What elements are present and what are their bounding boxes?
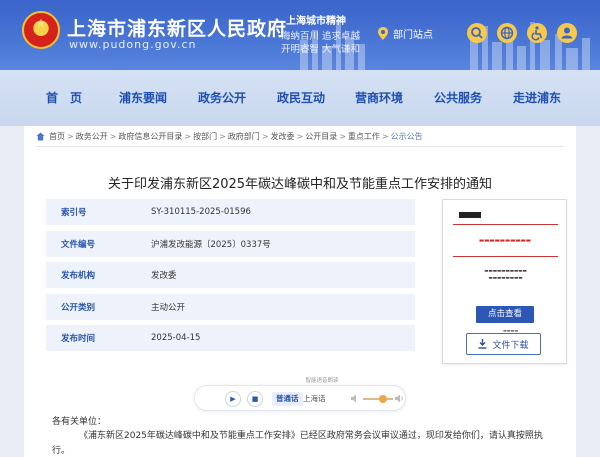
nav-item-about-pudong[interactable]: 走进浦东 (513, 89, 561, 106)
document-title: 关于印发浦东新区2025年碳达峰碳中和及节能重点工作安排的通知 (107, 177, 493, 192)
breadcrumb-item[interactable]: 重点工作 (348, 131, 380, 142)
city-spirit-line-1: 海纳百川 追求卓越 (281, 31, 361, 42)
site-header: 上海市浦东新区人民政府 www.pudong.gov.cn 上海城市精神 海纳百… (0, 0, 600, 70)
shanghainese-option[interactable]: 上海话 (299, 392, 330, 406)
search-icon[interactable] (467, 23, 487, 43)
breadcrumb-item[interactable]: 公开目录 (305, 131, 337, 142)
view-document-button[interactable]: 点击查看 (476, 306, 534, 323)
nav-item-business-environment[interactable]: 营商环境 (355, 89, 403, 106)
thumbnail-logo (459, 212, 481, 218)
divider (36, 146, 564, 147)
meta-label: 发布时间 (61, 334, 96, 344)
thumbnail-text: ▬▬▬▬▬▬▬▬▬▬ ▬▬▬▬▬▬▬▬ (484, 269, 527, 281)
main-nav: 首 页 浦东要闻 政务公开 政民互动 营商环境 公共服务 走进浦东 (0, 70, 600, 126)
download-label: 文件下载 (492, 340, 529, 351)
breadcrumb-item[interactable]: 政府部门 (228, 131, 260, 142)
site-url: www.pudong.gov.cn (69, 38, 197, 51)
nav-item-public-interaction[interactable]: 政民互动 (277, 89, 325, 106)
voice-reader-hint: 智能语音朗读 (305, 378, 339, 384)
meta-row-index: 索引号 SY-310115-2025-01596 (46, 199, 415, 225)
breadcrumb-current[interactable]: 公示公告 (391, 131, 423, 142)
meta-row-category: 公开类别 主动公开 (46, 293, 415, 320)
breadcrumb-item[interactable]: 政府信息公开目录 (118, 131, 182, 142)
national-emblem-logo[interactable] (22, 11, 60, 49)
department-sites-label: 部门站点 (393, 29, 433, 41)
breadcrumb-item[interactable]: 政务公开 (76, 131, 108, 142)
meta-label: 发布机构 (61, 271, 96, 281)
home-icon (36, 132, 45, 141)
meta-label: 文件编号 (61, 239, 96, 250)
breadcrumb-item[interactable]: 首页 (49, 131, 65, 142)
location-pin-icon (378, 26, 388, 40)
site-title[interactable]: 上海市浦东新区人民政府 (67, 14, 287, 41)
thumbnail-letterhead: ▬▬▬▬▬▬▬▬▬▬ (479, 238, 531, 244)
user-icon[interactable] (557, 23, 577, 43)
meta-label: 索引号 (61, 208, 87, 218)
meta-value: 沪浦发改能源〔2025〕0337号 (151, 239, 271, 250)
stop-icon[interactable]: ■ (247, 391, 263, 407)
meta-value: 主动公开 (151, 302, 186, 313)
breadcrumb-item[interactable]: 发改委 (271, 131, 295, 142)
meta-label: 公开类别 (61, 302, 96, 313)
download-icon (478, 339, 487, 349)
volume-high-icon[interactable] (395, 394, 404, 403)
mandarin-option[interactable]: 普通话 (272, 392, 303, 406)
document-meta-table: 索引号 SY-310115-2025-01596 文件编号 沪浦发改能源〔202… (46, 199, 415, 357)
content-card: 首页 > 政务公开 > 政府信息公开目录 > 按部门 > 政府部门 > 发改委 > 公开目录… (24, 126, 576, 457)
globe-icon[interactable] (497, 23, 517, 43)
breadcrumb: 首页 > 政务公开 > 政府信息公开目录 > 按部门 > 政府部门 > 发改委 > 公开目录… (36, 131, 423, 142)
meta-value: SY-310115-2025-01596 (151, 207, 251, 217)
play-icon[interactable]: ▶ (225, 391, 241, 407)
nav-item-government-affairs[interactable]: 政务公开 (198, 89, 246, 106)
body-greeting: 各有关单位： (52, 417, 107, 427)
city-spirit-line-2: 开明睿智 大气谦和 (281, 44, 361, 55)
body-paragraph: 《浦东新区2025年碳达峰碳中和及节能重点工作安排》已经区政府常务会议审议通过，… (52, 431, 543, 456)
city-spirit-title: 上海城市精神 (286, 16, 346, 27)
department-sites-link[interactable]: 部门站点 (378, 24, 433, 42)
nav-item-home[interactable]: 首 页 (46, 89, 82, 106)
meta-row-publish-date: 发布时间 2025-04-15 (46, 325, 415, 351)
voice-reader-player: ▶ ■ 普通话 上海话 (194, 385, 406, 411)
download-file-button[interactable]: 文件下载 (466, 333, 541, 355)
meta-value: 发改委 (151, 271, 177, 281)
meta-row-doc-number: 文件编号 沪浦发改能源〔2025〕0337号 (46, 230, 415, 257)
accessibility-icon[interactable] (527, 23, 547, 43)
volume-low-icon[interactable] (351, 394, 360, 403)
breadcrumb-item[interactable]: 按部门 (193, 131, 217, 142)
volume-slider-handle[interactable] (379, 395, 387, 403)
meta-row-publisher: 发布机构 发改委 (46, 262, 415, 288)
nav-item-public-services[interactable]: 公共服务 (434, 89, 482, 106)
nav-item-pudong-news[interactable]: 浦东要闻 (119, 89, 167, 106)
meta-value: 2025-04-15 (151, 333, 201, 343)
volume-slider-track[interactable] (363, 398, 393, 400)
